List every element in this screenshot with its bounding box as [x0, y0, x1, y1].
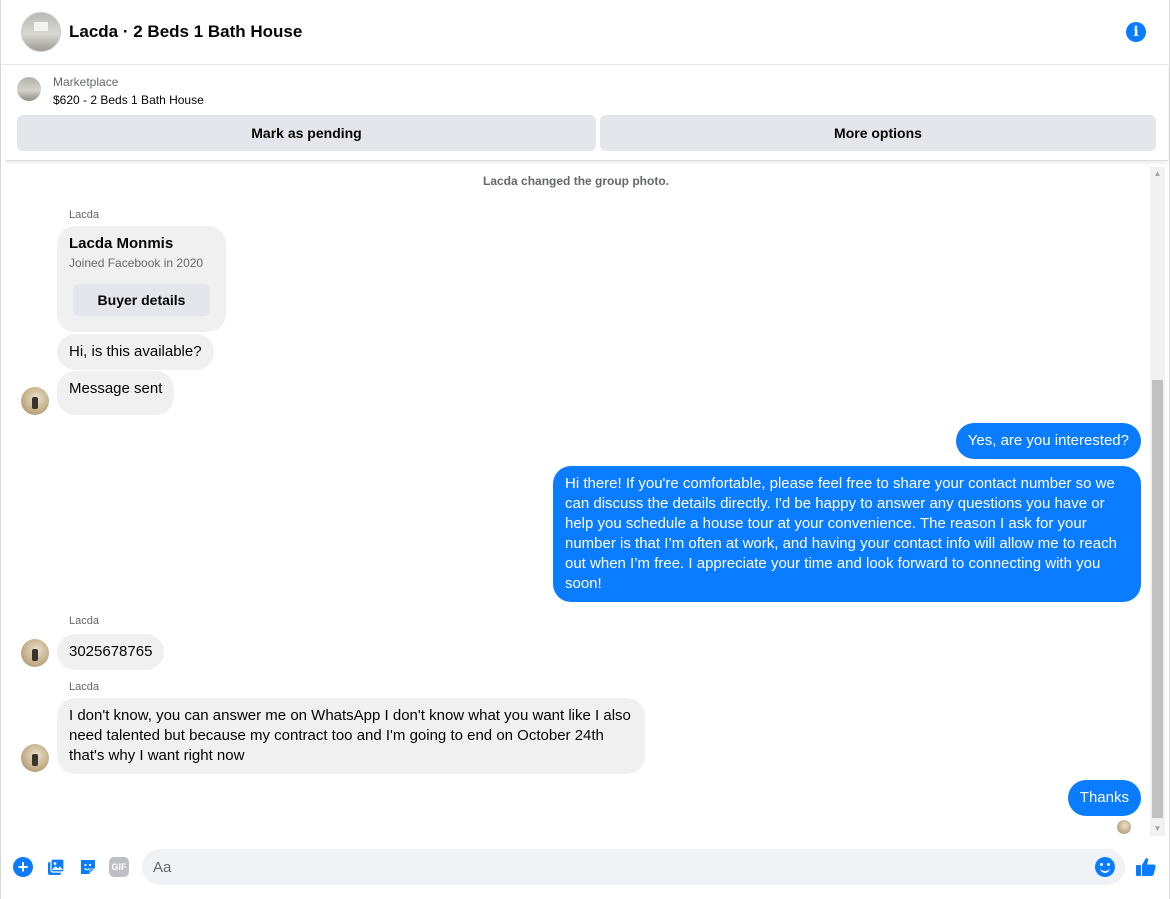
message-input-container[interactable] [142, 849, 1125, 885]
info-icon[interactable]: i [1126, 22, 1146, 42]
message-bubble[interactable]: I don't know, you can answer me on Whats… [57, 698, 645, 774]
buyer-card: Lacda Monmis Joined Facebook in 2020 Buy… [57, 226, 226, 332]
listing-thumbnail[interactable] [17, 77, 41, 101]
message-composer: + GIF [1, 838, 1170, 899]
message-thread: Lacda changed the group photo. Lacda Lac… [1, 162, 1170, 838]
message-bubble[interactable]: Yes, are you interested? [955, 423, 1141, 459]
mark-as-pending-button[interactable]: Mark as pending [17, 115, 596, 151]
more-options-button[interactable]: More options [600, 115, 1156, 151]
seen-indicator-avatar [1117, 820, 1131, 834]
buyer-name: Lacda Monmis [69, 235, 174, 252]
system-message: Lacda changed the group photo. [483, 174, 669, 188]
buyer-joined: Joined Facebook in 2020 [69, 256, 204, 270]
plus-icon[interactable]: + [13, 857, 33, 877]
sender-avatar[interactable] [21, 744, 49, 772]
scroll-up-arrow-icon[interactable]: ▲ [1150, 167, 1165, 181]
message-bubble[interactable]: 3025678765 [57, 634, 165, 670]
conversation-header: Lacda · 2 Beds 1 Bath House i [1, 0, 1170, 65]
conversation-title[interactable]: Lacda · 2 Beds 1 Bath House [69, 22, 302, 42]
listing-title[interactable]: $620 - 2 Beds 1 Bath House [53, 93, 204, 107]
marketplace-label: Marketplace [53, 75, 119, 89]
marketplace-panel: Marketplace $620 - 2 Beds 1 Bath House M… [6, 65, 1168, 161]
sender-name: Lacda [69, 209, 99, 221]
messenger-window: Lacda · 2 Beds 1 Bath House i Marketplac… [0, 0, 1170, 899]
group-avatar[interactable] [21, 12, 61, 52]
chat-scrollbar[interactable]: ▲ ▼ [1150, 167, 1165, 836]
sender-name: Lacda [69, 615, 99, 627]
sticker-icon[interactable] [78, 857, 98, 877]
buyer-details-button[interactable]: Buyer details [73, 284, 210, 316]
message-bubble[interactable]: Message sent [57, 371, 175, 415]
emoji-icon[interactable] [1095, 857, 1115, 877]
scroll-thumb[interactable] [1152, 380, 1163, 818]
sender-avatar[interactable] [21, 639, 49, 667]
sender-name: Lacda [69, 681, 99, 693]
message-bubble[interactable]: Hi there! If you're comfortable, please … [553, 466, 1141, 602]
gif-icon[interactable]: GIF [109, 857, 129, 877]
message-input[interactable] [153, 849, 1083, 885]
sender-avatar[interactable] [21, 387, 49, 415]
message-bubble[interactable]: Thanks [1067, 780, 1141, 816]
thumbs-up-icon[interactable] [1134, 855, 1158, 879]
scroll-down-arrow-icon[interactable]: ▼ [1150, 822, 1165, 836]
message-bubble[interactable]: Hi, is this available? [57, 334, 214, 370]
photo-icon[interactable] [46, 857, 66, 877]
